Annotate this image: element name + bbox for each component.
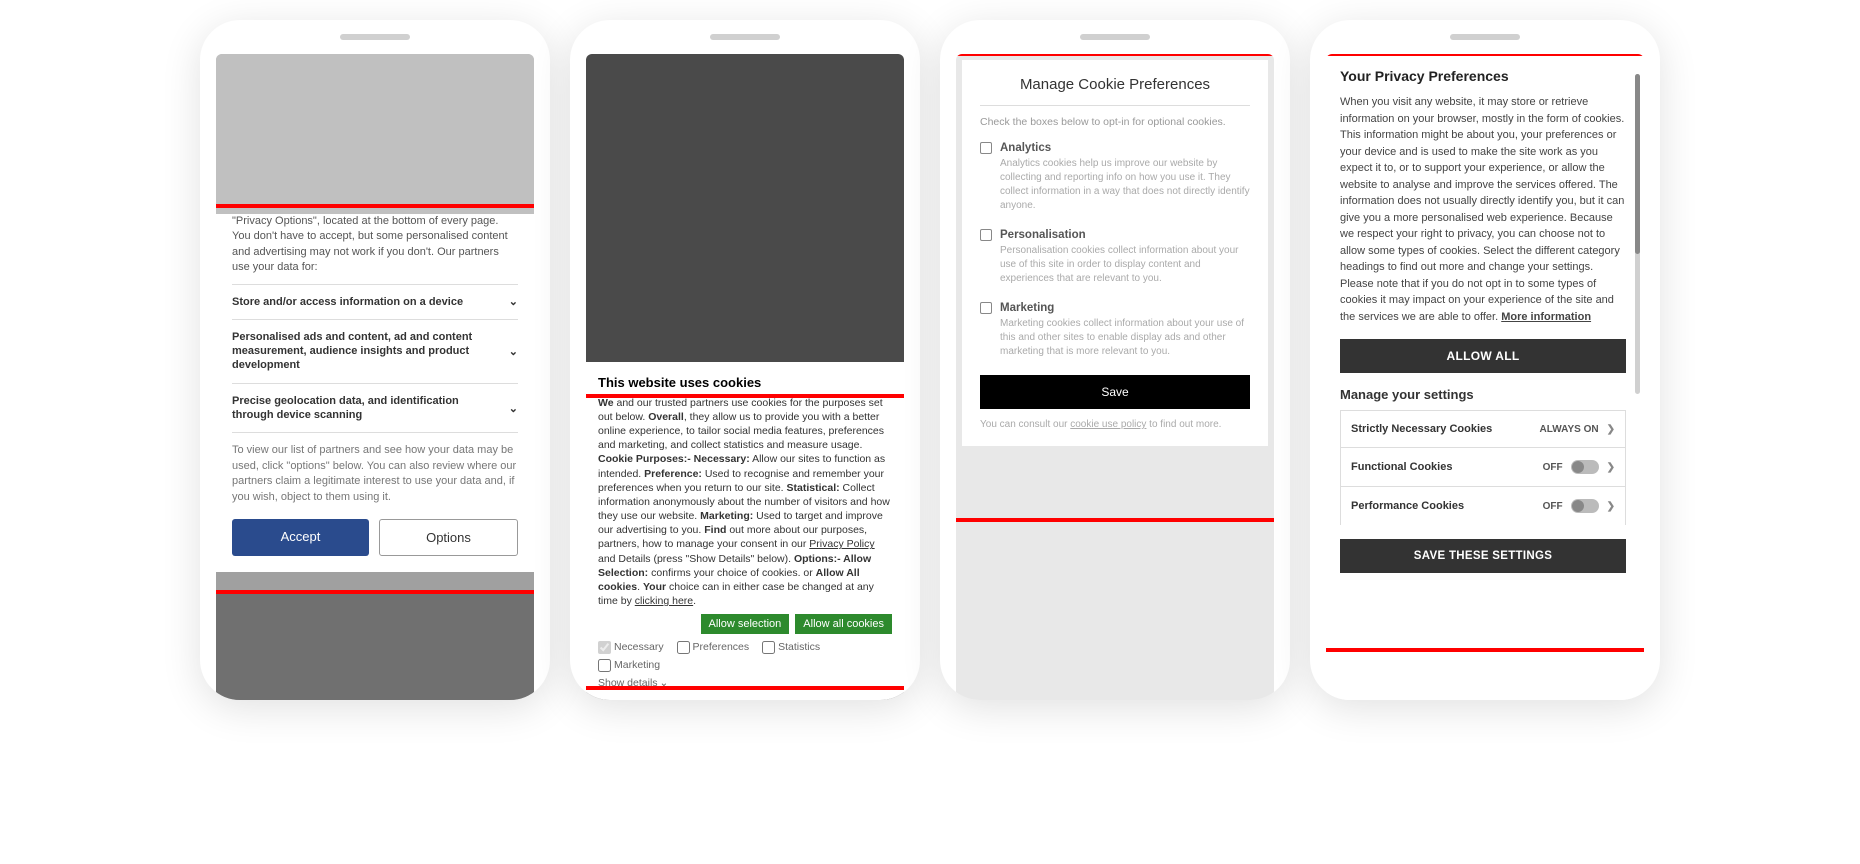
chevron-right-icon: ❯ (1607, 462, 1615, 473)
cookie-policy-link[interactable]: cookie use policy (1070, 419, 1146, 430)
panel-title: Manage Cookie Preferences (980, 76, 1250, 106)
accept-button[interactable]: Accept (232, 519, 369, 556)
panel-title: Your Privacy Preferences (1340, 68, 1626, 84)
setting-row-functional[interactable]: Functional Cookies OFF❯ (1340, 447, 1626, 486)
intro-text: "Privacy Options", located at the bottom… (232, 214, 518, 284)
expand-row-personalised-ads[interactable]: Personalised ads and content, ad and con… (232, 319, 518, 383)
preferences-checkbox[interactable]: Preferences (677, 640, 750, 654)
marketing-checkbox[interactable]: Marketing (598, 658, 660, 672)
panel-body: We and our trusted partners use cookies … (598, 396, 892, 609)
panel-subtitle: Check the boxes below to opt-in for opti… (980, 116, 1250, 128)
show-details-link[interactable]: Show details⌄ (598, 676, 668, 690)
policy-note: You can consult our cookie use policy to… (980, 419, 1250, 430)
chevron-down-icon: ⌄ (509, 295, 518, 308)
cookie-item-personalisation: Personalisation Personalisation cookies … (980, 229, 1250, 286)
scrollbar[interactable] (1635, 74, 1640, 394)
necessary-checkbox[interactable]: Necessary (598, 640, 664, 654)
chevron-down-icon: ⌄ (509, 402, 518, 415)
statistics-checkbox[interactable]: Statistics (762, 640, 820, 654)
phone-mockup-1: "Privacy Options", located at the bottom… (200, 20, 550, 700)
allow-all-cookies-button[interactable]: Allow all cookies (795, 614, 892, 634)
save-settings-button[interactable]: SAVE THESE SETTINGS (1340, 539, 1626, 573)
cookie-panel-1: "Privacy Options", located at the bottom… (216, 214, 534, 572)
cookie-panel-4: Your Privacy Preferences When you visit … (1326, 54, 1644, 700)
chevron-down-icon: ⌄ (660, 676, 669, 690)
setting-row-performance[interactable]: Performance Cookies OFF❯ (1340, 486, 1626, 525)
marketing-checkbox[interactable] (980, 302, 992, 314)
allow-selection-button[interactable]: Allow selection (701, 614, 790, 634)
functional-toggle[interactable] (1571, 460, 1599, 474)
chevron-down-icon: ⌄ (509, 345, 518, 358)
save-button[interactable]: Save (980, 375, 1250, 409)
personalisation-checkbox[interactable] (980, 229, 992, 241)
chevron-right-icon: ❯ (1607, 424, 1615, 435)
options-button[interactable]: Options (379, 519, 518, 556)
performance-toggle[interactable] (1571, 499, 1599, 513)
panel-title: This website uses cookies (598, 374, 892, 392)
manage-settings-heading: Manage your settings (1340, 387, 1626, 402)
chevron-right-icon: ❯ (1607, 501, 1615, 512)
clicking-here-link[interactable]: clicking here (635, 595, 693, 607)
cookie-item-marketing: Marketing Marketing cookies collect info… (980, 302, 1250, 359)
cookie-panel-2: This website uses cookies We and our tru… (586, 362, 904, 700)
cookie-panel-3: Manage Cookie Preferences Check the boxe… (962, 60, 1268, 446)
setting-row-strictly-necessary[interactable]: Strictly Necessary Cookies ALWAYS ON❯ (1340, 410, 1626, 447)
phone-mockup-3: Manage Cookie Preferences Check the boxe… (940, 20, 1290, 700)
allow-all-button[interactable]: ALLOW ALL (1340, 339, 1626, 373)
partners-note: To view our list of partners and see how… (232, 432, 518, 505)
expand-row-store-access[interactable]: Store and/or access information on a dev… (232, 284, 518, 319)
panel-body: When you visit any website, it may store… (1340, 94, 1626, 325)
phone-mockup-4: Your Privacy Preferences When you visit … (1310, 20, 1660, 700)
privacy-policy-link[interactable]: Privacy Policy (809, 538, 874, 550)
more-information-link[interactable]: More information (1501, 311, 1591, 323)
expand-row-geolocation[interactable]: Precise geolocation data, and identifica… (232, 383, 518, 433)
analytics-checkbox[interactable] (980, 142, 992, 154)
cookie-item-analytics: Analytics Analytics cookies help us impr… (980, 142, 1250, 213)
phone-mockup-2: This website uses cookies We and our tru… (570, 20, 920, 700)
